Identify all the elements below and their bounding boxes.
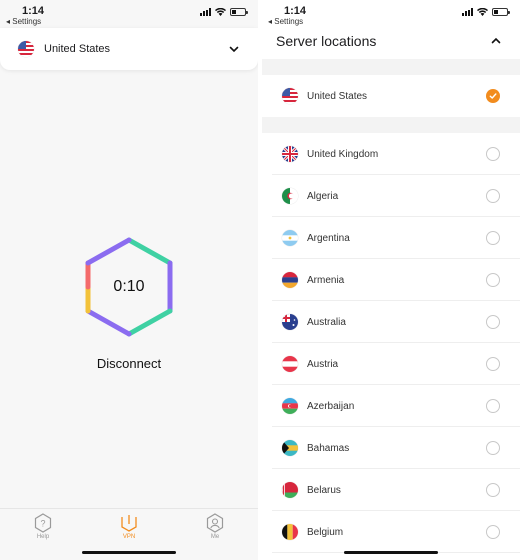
selected-location-name: United States <box>44 43 111 55</box>
vpn-screen: 1:14 ◂ Settings United States 0:10 Disco… <box>0 0 258 560</box>
location-name: Azerbaijan <box>307 400 355 412</box>
server-locations-screen: 1:14 ◂ Settings Server locations United … <box>262 0 520 560</box>
status-bar: 1:14 ◂ Settings <box>0 0 258 30</box>
battery-icon <box>230 8 248 16</box>
tab-me-label: Me <box>210 534 220 540</box>
chevron-down-icon[interactable] <box>228 43 240 55</box>
battery-icon <box>492 8 510 16</box>
vpn-icon <box>121 515 137 532</box>
flag-au-icon <box>282 314 298 330</box>
status-icons <box>462 8 510 16</box>
flag-ar-icon <box>282 230 298 246</box>
status-bar: 1:14 ◂ Settings <box>262 0 520 30</box>
flag-by-icon <box>282 482 298 498</box>
radio-button[interactable] <box>486 147 500 161</box>
radio-button[interactable] <box>486 357 500 371</box>
flag-at-icon <box>282 356 298 372</box>
status-icons <box>200 8 248 16</box>
section-divider <box>262 59 520 75</box>
radio-button[interactable] <box>486 231 500 245</box>
back-to-settings-link[interactable]: ◂ Settings <box>268 17 303 26</box>
home-indicator <box>344 551 438 554</box>
wifi-icon <box>215 8 226 16</box>
location-name: Belgium <box>307 526 344 538</box>
location-row[interactable]: Azerbaijan <box>262 385 520 427</box>
radio-button[interactable] <box>486 525 500 539</box>
signal-icon <box>462 8 473 16</box>
flag-bs-icon <box>282 440 298 456</box>
signal-icon <box>200 8 211 16</box>
radio-button[interactable] <box>486 441 500 455</box>
connection-timer: 0:10 <box>113 278 145 295</box>
flag-uk-icon <box>282 146 298 162</box>
location-name: Algeria <box>307 190 339 202</box>
location-name: Australia <box>307 316 346 328</box>
location-row[interactable]: Belgium <box>262 511 520 553</box>
radio-button[interactable] <box>486 483 500 497</box>
location-row[interactable]: Australia <box>262 301 520 343</box>
chevron-up-icon[interactable] <box>490 35 502 47</box>
radio-button[interactable] <box>486 399 500 413</box>
location-row[interactable]: Argentina <box>262 217 520 259</box>
flag-az-icon <box>282 398 298 414</box>
svg-text:?: ? <box>40 519 45 529</box>
location-row[interactable]: United Kingdom <box>262 133 520 175</box>
help-icon: ? <box>34 513 52 533</box>
home-indicator <box>82 551 176 554</box>
location-name: Belarus <box>307 484 341 496</box>
location-name: United States <box>307 90 368 102</box>
location-row[interactable]: Bahamas <box>262 427 520 469</box>
flag-be-icon <box>282 524 298 540</box>
tab-vpn-label: VPN <box>122 534 136 540</box>
flag-us-icon <box>282 88 298 104</box>
check-icon[interactable] <box>486 89 500 103</box>
back-to-settings-link[interactable]: ◂ Settings <box>6 17 41 26</box>
flag-us-icon <box>18 41 34 57</box>
section-divider <box>262 117 520 133</box>
tab-me[interactable]: Me <box>185 513 245 560</box>
profile-icon <box>206 513 224 533</box>
tab-help[interactable]: ? Help <box>13 513 73 560</box>
page-title: Server locations <box>276 33 377 49</box>
flag-dz-icon <box>282 188 298 204</box>
location-row[interactable]: Algeria <box>262 175 520 217</box>
status-time: 1:14 <box>284 5 307 17</box>
location-selector[interactable]: United States <box>0 28 258 70</box>
radio-button[interactable] <box>486 315 500 329</box>
location-name: Bahamas <box>307 442 350 454</box>
flag-am-icon <box>282 272 298 288</box>
disconnect-button[interactable]: Disconnect <box>0 356 258 371</box>
radio-button[interactable] <box>486 189 500 203</box>
location-row[interactable]: Armenia <box>262 259 520 301</box>
status-time: 1:14 <box>22 5 45 17</box>
wifi-icon <box>477 8 488 16</box>
tab-help-label: Help <box>36 534 50 540</box>
location-name: United Kingdom <box>307 148 379 160</box>
location-name: Austria <box>307 358 339 370</box>
selected-location-row[interactable]: United States <box>262 75 520 117</box>
location-name: Argentina <box>307 232 350 244</box>
connection-hexagon[interactable]: 0:10 <box>84 236 174 338</box>
radio-button[interactable] <box>486 273 500 287</box>
location-name: Armenia <box>307 274 345 286</box>
location-row[interactable]: Belarus <box>262 469 520 511</box>
location-row[interactable]: Austria <box>262 343 520 385</box>
